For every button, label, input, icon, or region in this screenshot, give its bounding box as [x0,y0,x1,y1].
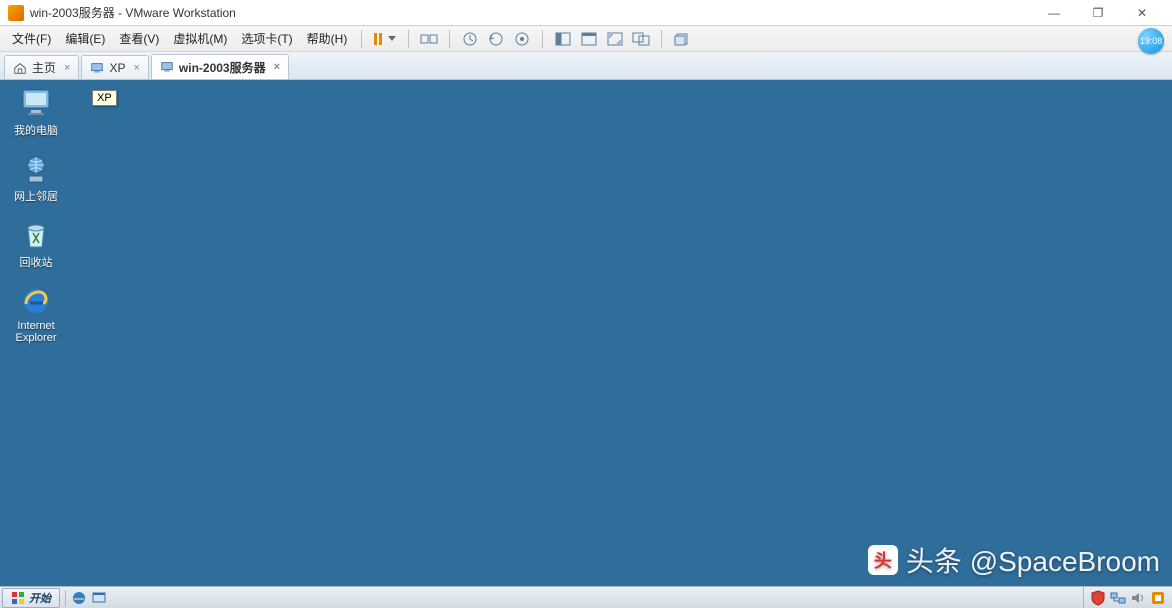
manage-snapshot-button[interactable] [510,28,534,50]
quicklaunch-desktop[interactable] [89,589,109,607]
tab-win2003[interactable]: win-2003服务器 × [151,54,289,79]
send-ctrl-alt-del-button[interactable] [417,28,441,50]
desktop-icon-recycle-bin[interactable]: 回收站 [6,218,66,270]
menu-vm[interactable]: 虚拟机(M) [167,27,233,50]
tab-close-icon[interactable]: × [64,62,70,74]
separator [65,590,66,606]
system-tray [1083,587,1172,608]
menu-help[interactable]: 帮助(H) [301,27,354,50]
vm-icon [90,61,104,75]
clock-badge: 19:08 [1138,28,1164,54]
view-split-button[interactable] [551,28,575,50]
tab-label: XP [109,61,125,75]
unity-icon [632,32,650,46]
tray-security-icon[interactable] [1090,590,1106,606]
separator [449,30,450,48]
revert-snapshot-button[interactable] [484,28,508,50]
minimize-button[interactable]: — [1032,0,1076,26]
maximize-button[interactable]: ❐ [1076,0,1120,26]
clock-manage-icon [514,31,530,47]
internet-explorer-icon [72,591,86,605]
single-view-icon [581,32,597,46]
clock-snapshot-icon [462,31,478,47]
tray-network-icon[interactable] [1110,590,1126,606]
desktop-icon-label: 网上邻居 [14,188,58,204]
desktop-icon-my-computer[interactable]: 我的电脑 [6,86,66,138]
split-view-icon [555,32,571,46]
watermark: 头 头条 @SpaceBroom [868,540,1160,580]
tray-vmtools-icon[interactable] [1150,590,1166,606]
desktop-icon-internet-explorer[interactable]: Internet Explorer [6,284,66,344]
library-icon [674,32,690,46]
toutiao-logo-icon: 头 [868,545,898,575]
vm-display[interactable]: XP 我的电脑 网上邻居 回收站 Internet Explorer 头 头条 … [0,80,1172,608]
vm-icon [160,60,174,74]
menu-tabs[interactable]: 选项卡(T) [235,27,298,50]
tab-label: 主页 [32,59,56,76]
menu-file[interactable]: 文件(F) [6,27,57,50]
window-title: win-2003服务器 - VMware Workstation [30,4,236,21]
tab-tooltip: XP [92,90,117,106]
unity-button[interactable] [629,28,653,50]
recycle-bin-icon [19,218,53,252]
home-icon [13,61,27,75]
desktop-icon-label: 回收站 [20,254,53,270]
start-button[interactable]: 开始 [2,588,60,608]
tab-close-icon[interactable]: × [133,62,139,74]
separator [408,30,409,48]
tabbar: 主页 × XP × win-2003服务器 × [0,52,1172,80]
vmware-app-icon [8,5,24,21]
library-button[interactable] [670,28,694,50]
desktop-icon-network-places[interactable]: 网上邻居 [6,152,66,204]
my-computer-icon [19,86,53,120]
start-label: 开始 [29,590,51,606]
clock-time: 19:08 [1140,36,1163,46]
keyboard-icon [420,32,438,46]
network-places-icon [19,152,53,186]
clock-revert-icon [488,31,504,47]
desktop-icon-label: Internet Explorer [6,320,66,344]
tab-close-icon[interactable]: × [274,61,280,73]
fullscreen-button[interactable] [603,28,627,50]
guest-taskbar: 开始 [0,586,1172,608]
tab-label: win-2003服务器 [179,59,266,76]
menu-view[interactable]: 查看(V) [113,27,165,50]
fullscreen-icon [607,32,623,46]
suspend-button[interactable] [370,28,400,50]
watermark-text: 头条 @SpaceBroom [906,540,1160,580]
chevron-down-icon [388,36,396,41]
tray-volume-icon[interactable] [1130,590,1146,606]
tab-home[interactable]: 主页 × [4,55,79,79]
windows-flag-icon [11,591,25,605]
desktop-icons: 我的电脑 网上邻居 回收站 Internet Explorer [6,86,66,344]
tab-xp[interactable]: XP × [81,55,148,79]
pause-icon [374,33,382,45]
internet-explorer-icon [19,284,53,318]
show-desktop-icon [92,591,106,605]
separator [542,30,543,48]
desktop-icon-label: 我的电脑 [14,122,58,138]
separator [661,30,662,48]
menu-edit[interactable]: 编辑(E) [59,27,111,50]
separator [361,30,362,48]
view-single-button[interactable] [577,28,601,50]
snapshot-button[interactable] [458,28,482,50]
quicklaunch-ie[interactable] [69,589,89,607]
titlebar: win-2003服务器 - VMware Workstation — ❐ ✕ [0,0,1172,26]
menubar: 文件(F) 编辑(E) 查看(V) 虚拟机(M) 选项卡(T) 帮助(H) 19… [0,26,1172,52]
close-button[interactable]: ✕ [1120,0,1164,26]
